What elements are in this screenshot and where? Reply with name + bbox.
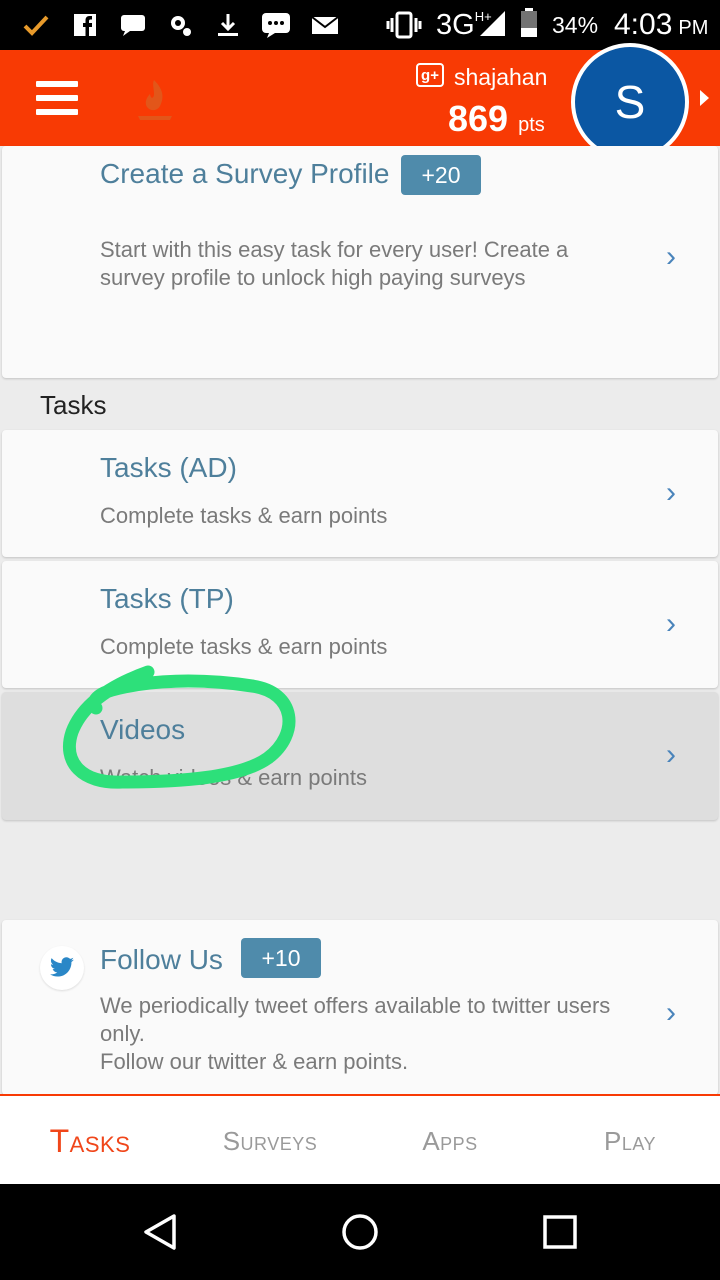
card-title: Follow Us xyxy=(100,944,223,975)
app-logo-icon xyxy=(134,76,178,122)
tasks-tp-card[interactable]: Tasks (TP) Complete tasks & earn points … xyxy=(2,561,718,688)
survey-profile-card[interactable]: Create a Survey Profile +20 Start with t… xyxy=(2,146,718,378)
chevron-right-icon: › xyxy=(666,996,676,1029)
section-title: Tasks xyxy=(40,390,107,420)
chevron-right-icon: › xyxy=(666,607,676,640)
card-desc-2: Follow our twitter & earn points. xyxy=(100,1049,409,1074)
points-badge: +20 xyxy=(401,155,481,195)
tasks-ad-card[interactable]: Tasks (AD) Complete tasks & earn points … xyxy=(2,430,718,557)
points-unit: pts xyxy=(518,114,545,136)
navigation-bar xyxy=(0,1184,720,1280)
tab-surveys[interactable]: Surveys xyxy=(180,1096,360,1186)
card-title: Videos xyxy=(100,714,186,745)
network-type: 3G xyxy=(436,8,475,41)
status-bar: 3G H+ 34% 4:03 PM xyxy=(0,0,720,50)
card-desc: Complete tasks & earn points xyxy=(100,634,388,659)
message-icon xyxy=(260,12,292,38)
app-bar: g+ shajahan 869 pts S xyxy=(0,43,720,161)
card-desc: Start with this easy task for every user… xyxy=(100,237,569,290)
recents-icon[interactable] xyxy=(536,1208,584,1256)
card-title: Create a Survey Profile xyxy=(100,158,390,189)
home-icon[interactable] xyxy=(336,1208,384,1256)
bottom-tab-bar: Tasks Surveys Apps Play xyxy=(0,1094,720,1184)
chevron-right-icon: › xyxy=(666,476,676,509)
settings-icon xyxy=(166,12,194,38)
mail-icon xyxy=(310,12,340,38)
card-desc: Watch videos & earn points xyxy=(100,765,367,790)
facebook-icon xyxy=(72,12,98,38)
tab-play[interactable]: Play xyxy=(540,1096,720,1186)
chat-icon xyxy=(118,12,148,38)
menu-icon[interactable] xyxy=(36,81,78,115)
signal-icon xyxy=(478,10,506,36)
card-title: Tasks (AD) xyxy=(100,452,237,483)
avatar[interactable]: S xyxy=(571,43,689,161)
videos-card[interactable]: Videos Watch videos & earn points › xyxy=(2,692,718,820)
chevron-right-icon: › xyxy=(666,738,676,771)
vibrate-icon xyxy=(386,11,422,39)
points-value: 869 xyxy=(448,98,509,139)
chevron-right-icon: › xyxy=(666,240,676,273)
google-plus-icon: g+ xyxy=(416,63,444,87)
card-desc: We periodically tweet offers available t… xyxy=(100,993,611,1046)
points-badge: +10 xyxy=(241,938,321,978)
check-icon xyxy=(22,12,50,38)
expand-arrow-icon[interactable] xyxy=(700,90,709,106)
card-title: Tasks (TP) xyxy=(100,583,234,614)
download-icon xyxy=(214,12,242,38)
battery-icon xyxy=(520,8,538,37)
username: shajahan xyxy=(454,64,548,90)
clock-time: 4:03 xyxy=(614,8,673,41)
follow-us-card[interactable]: Follow Us +10 We periodically tweet offe… xyxy=(2,920,718,1095)
tab-apps[interactable]: Apps xyxy=(360,1096,540,1186)
back-icon[interactable] xyxy=(136,1208,184,1256)
points-display: 869 pts xyxy=(448,98,545,140)
battery-percent: 34% xyxy=(552,11,599,38)
card-desc: Complete tasks & earn points xyxy=(100,503,388,528)
clock-ampm: PM xyxy=(678,16,709,39)
tab-tasks[interactable]: Tasks xyxy=(0,1096,180,1186)
twitter-icon xyxy=(40,946,84,990)
